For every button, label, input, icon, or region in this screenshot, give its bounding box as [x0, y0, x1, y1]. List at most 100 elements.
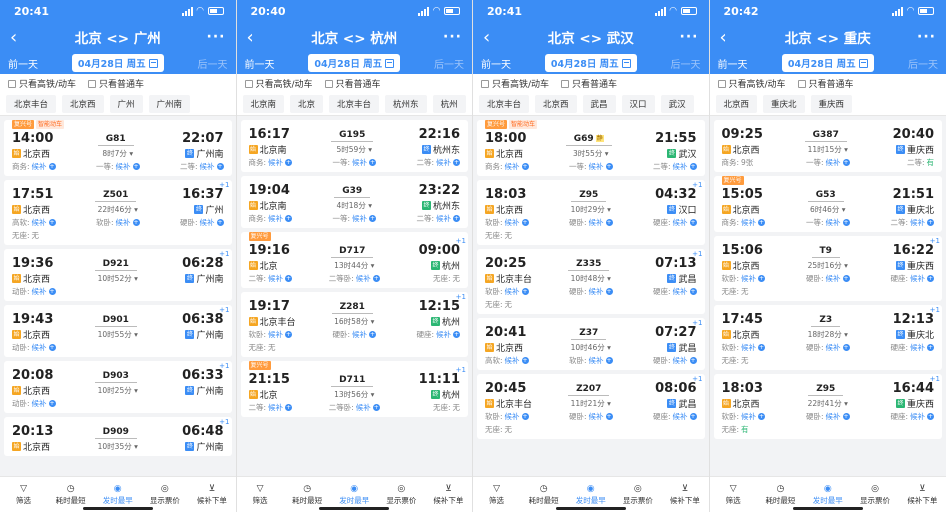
waitlist-plus-icon[interactable]: +: [605, 357, 613, 364]
checkbox-icon[interactable]: [481, 79, 489, 88]
toolbar-tab[interactable]: ▽ 筛选: [710, 477, 757, 512]
seat-availability[interactable]: 硬座: 候补 +: [627, 286, 697, 297]
seat-availability[interactable]: 一等: 候补 +: [319, 213, 389, 224]
station-chip[interactable]: 武昌: [582, 94, 616, 113]
filter-checkbox[interactable]: 只看普通车: [324, 77, 381, 90]
station-chip[interactable]: 广州南: [148, 94, 191, 113]
waitlist-plus-icon[interactable]: +: [689, 288, 697, 295]
checkbox-icon[interactable]: [797, 79, 806, 88]
waitlist-plus-icon[interactable]: +: [453, 331, 460, 338]
waitlist-plus-icon[interactable]: +: [132, 163, 140, 170]
seat-availability[interactable]: 硬卧: 候补 +: [793, 342, 863, 353]
waitlist-plus-icon[interactable]: +: [369, 331, 377, 338]
waitlist-plus-icon[interactable]: +: [369, 215, 377, 222]
duration[interactable]: 10时35分 ▾: [82, 441, 154, 452]
waitlist-plus-icon[interactable]: +: [285, 215, 293, 222]
waitlist-plus-icon[interactable]: +: [842, 413, 850, 420]
train-card[interactable]: 19:04 G39 23:22 始北京南 4时18分 ▾ 终杭州东 商务: 候补 + 一等: 候补 +…: [240, 176, 468, 228]
duration[interactable]: 4时18分 ▾: [319, 200, 391, 211]
date-picker[interactable]: 04月28日 周五: [71, 54, 164, 72]
seat-availability[interactable]: 二等: 候补 +: [627, 161, 697, 172]
station-chip[interactable]: 杭州: [432, 94, 466, 113]
waitlist-plus-icon[interactable]: +: [842, 275, 850, 282]
station-chip[interactable]: 重庆西: [810, 94, 853, 113]
seat-availability[interactable]: 二等卧: 候补 +: [319, 402, 389, 413]
station-chip[interactable]: 杭州东: [385, 94, 427, 113]
seat-availability[interactable]: 高软: 候补 +: [485, 355, 555, 366]
filter-checkbox[interactable]: 只看高铁/动车: [717, 77, 786, 90]
toolbar-tab[interactable]: ▽ 筛选: [473, 477, 520, 512]
waitlist-plus-icon[interactable]: +: [927, 344, 934, 351]
toolbar-tab[interactable]: ⊻ 候补下单: [661, 477, 708, 512]
train-card[interactable]: 复兴号 智能动车 18:00 G69 静 21:55 始北京西 3时55分 ▾ 终武汉 商务: 候补…: [477, 120, 705, 176]
duration[interactable]: 25时16分 ▾: [792, 260, 865, 271]
waitlist-plus-icon[interactable]: +: [453, 159, 460, 166]
station-chip[interactable]: 北京丰台: [479, 94, 530, 113]
train-list[interactable]: 复兴号 智能动车 18:00 G69 静 21:55 始北京西 3时55分 ▾ 终武汉 商务: 候补…: [473, 116, 709, 476]
train-list[interactable]: 16:17 G195 22:16 始北京南 5时59分 ▾ 终杭州东 商务: 候补 + 一等: 候补…: [237, 116, 473, 476]
seat-availability[interactable]: 一等: 候补 +: [793, 217, 863, 228]
seat-availability[interactable]: 硬卧: 候补 +: [556, 411, 626, 422]
waitlist-plus-icon[interactable]: +: [453, 215, 460, 222]
seat-availability[interactable]: 商务: 候补 +: [249, 157, 319, 168]
train-card[interactable]: 20:25 Z335 07:13 +1 始北京丰台 10时48分 ▾ 终武昌 软卧: 候补 + 硬卧…: [477, 249, 705, 314]
waitlist-plus-icon[interactable]: +: [758, 219, 766, 226]
duration[interactable]: 22时41分 ▾: [792, 398, 865, 409]
seat-availability[interactable]: 硬卧: 候补 +: [154, 217, 224, 228]
train-card[interactable]: 20:45 Z207 08:06 +1 始北京丰台 11时21分 ▾ 终武昌 软卧: 候补 + 硬卧…: [477, 374, 705, 439]
seat-availability[interactable]: 软卧: 候补 +: [722, 273, 792, 284]
waitlist-plus-icon[interactable]: +: [605, 163, 613, 170]
seat-availability[interactable]: 硬卧: 候补 +: [556, 286, 626, 297]
waitlist-plus-icon[interactable]: +: [521, 219, 529, 226]
seat-availability[interactable]: 一等: 候补 +: [556, 161, 626, 172]
seat-availability[interactable]: 软卧: 候补 +: [556, 355, 626, 366]
station-chip[interactable]: 北京西: [535, 94, 577, 113]
toolbar-tab[interactable]: ⊻ 候补下单: [425, 477, 472, 512]
date-picker[interactable]: 04月28日 周五: [544, 54, 637, 72]
next-day-button[interactable]: 后一天: [434, 56, 464, 71]
waitlist-plus-icon[interactable]: +: [758, 275, 766, 282]
seat-availability[interactable]: 软卧: 候补 +: [722, 342, 792, 353]
seat-availability[interactable]: 高软: 候补 +: [12, 217, 82, 228]
date-picker[interactable]: 04月28日 周五: [781, 54, 874, 72]
train-card[interactable]: 16:17 G195 22:16 始北京南 5时59分 ▾ 终杭州东 商务: 候补 + 一等: 候补…: [240, 120, 468, 172]
seat-availability[interactable]: 硬座: 候补 +: [864, 273, 934, 284]
train-card[interactable]: 20:13 D909 06:48 +1 始北京西 10时35分 ▾ 终广州南: [4, 417, 232, 456]
duration[interactable]: 3时55分 ▾: [555, 148, 627, 159]
train-card[interactable]: 19:17 Z281 12:15 +1 始北京丰台 16时58分 ▾ 终杭州 软卧: 候补 + 硬卧…: [240, 292, 468, 357]
train-list[interactable]: 复兴号 智能动车 14:00 G81 22:07 始北京西 8时7分 ▾ 终广州南 商务: 候补 +…: [0, 116, 236, 476]
waitlist-plus-icon[interactable]: +: [372, 275, 380, 282]
waitlist-plus-icon[interactable]: +: [48, 219, 56, 226]
checkbox-icon[interactable]: [244, 79, 253, 88]
waitlist-plus-icon[interactable]: +: [605, 288, 613, 295]
waitlist-plus-icon[interactable]: +: [369, 159, 377, 166]
toolbar-tab[interactable]: ▽ 筛选: [0, 477, 47, 512]
duration[interactable]: 11时21分 ▾: [555, 398, 627, 409]
station-chip[interactable]: 重庆北: [763, 94, 805, 113]
next-day-button[interactable]: 后一天: [198, 56, 228, 71]
waitlist-plus-icon[interactable]: +: [605, 413, 613, 420]
train-card[interactable]: 19:43 D901 06:38 +1 始北京西 10时55分 ▾ 终广州南 动卧: 候补 +: [4, 305, 232, 357]
train-card[interactable]: 09:25 G387 20:40 始北京西 11时15分 ▾ 终重庆西 商务: 9张 一等: 候补…: [713, 120, 942, 172]
filter-checkbox[interactable]: 只看普通车: [561, 77, 617, 90]
train-card[interactable]: 18:03 Z95 04:32 +1 始北京西 10时29分 ▾ 终汉口 软卧: 候补 + 硬卧: 候…: [477, 180, 705, 245]
seat-availability[interactable]: 硬卧: 候补 +: [793, 411, 863, 422]
seat-availability[interactable]: 软卧: 候补 +: [485, 411, 555, 422]
waitlist-plus-icon[interactable]: +: [521, 357, 529, 364]
waitlist-plus-icon[interactable]: +: [216, 163, 224, 170]
more-icon[interactable]: ···: [442, 29, 462, 45]
duration[interactable]: 13时44分 ▾: [319, 260, 391, 271]
waitlist-plus-icon[interactable]: +: [48, 344, 56, 351]
waitlist-plus-icon[interactable]: +: [689, 413, 697, 420]
next-day-button[interactable]: 后一天: [671, 56, 701, 71]
duration[interactable]: 18时28分 ▾: [792, 329, 865, 340]
waitlist-plus-icon[interactable]: +: [285, 159, 293, 166]
checkbox-icon[interactable]: [8, 79, 16, 88]
seat-availability[interactable]: 软卧: 候补 +: [722, 411, 792, 422]
waitlist-plus-icon[interactable]: +: [216, 219, 224, 226]
waitlist-plus-icon[interactable]: +: [48, 400, 56, 407]
prev-day-button[interactable]: 前一天: [481, 56, 511, 71]
prev-day-button[interactable]: 前一天: [718, 56, 748, 71]
seat-availability[interactable]: 软卧: 候补 +: [485, 286, 555, 297]
waitlist-plus-icon[interactable]: +: [285, 404, 293, 411]
